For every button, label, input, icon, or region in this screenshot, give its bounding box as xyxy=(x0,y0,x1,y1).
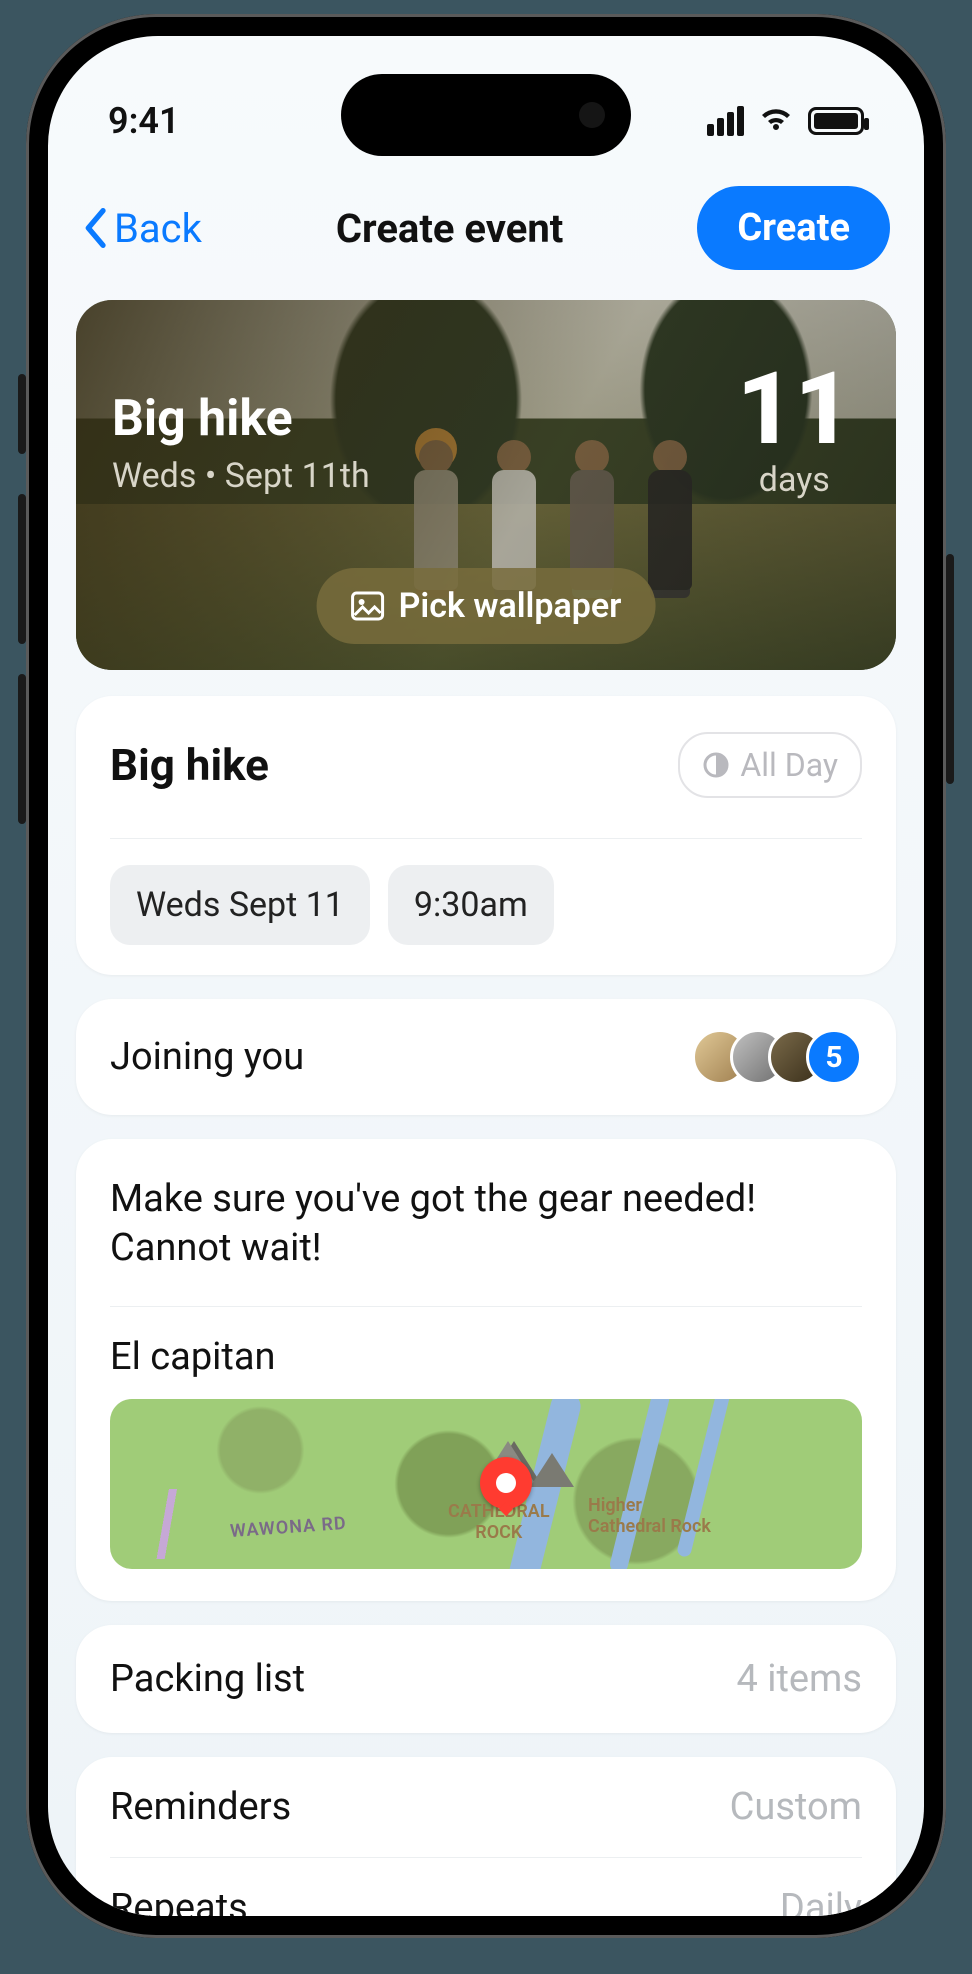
chevron-left-icon xyxy=(82,208,108,248)
map-mountain-icon xyxy=(530,1453,574,1487)
title-date-card: Big hike All Day Weds Sept 11 9:30am xyxy=(76,696,896,975)
repeats-label: Repeats xyxy=(110,1886,248,1916)
wifi-icon xyxy=(758,100,794,142)
volume-down-button xyxy=(18,674,26,824)
status-time: 9:41 xyxy=(108,100,180,142)
countdown-number: 11 xyxy=(737,360,852,460)
back-label: Back xyxy=(114,205,202,252)
repeats-value: Daily xyxy=(780,1886,862,1916)
image-icon xyxy=(351,591,385,621)
location-map[interactable]: WAWONA RD CATHEDRALROCK HigherCathedral … xyxy=(110,1399,862,1569)
dynamic-island xyxy=(341,74,631,156)
divider xyxy=(110,1306,862,1307)
hero-title: Big hike xyxy=(112,390,370,448)
power-button xyxy=(946,554,954,784)
side-button xyxy=(18,374,26,454)
notes-input[interactable]: Make sure you've got the gear needed! Ca… xyxy=(110,1175,862,1274)
packing-list-label: Packing list xyxy=(110,1657,305,1701)
avatar-more-count: 5 xyxy=(806,1029,862,1085)
back-button[interactable]: Back xyxy=(82,205,202,252)
map-pin-icon xyxy=(480,1457,532,1509)
half-circle-icon xyxy=(702,751,730,779)
packing-list-count: 4 items xyxy=(736,1657,862,1701)
repeats-row[interactable]: Repeats Daily xyxy=(76,1858,896,1916)
nav-bar: Back Create event Create xyxy=(48,166,924,300)
packing-list-card[interactable]: Packing list 4 items xyxy=(76,1625,896,1733)
hero-subtitle: Weds • Sept 11th xyxy=(112,456,370,496)
time-chip[interactable]: 9:30am xyxy=(388,865,554,945)
location-input[interactable]: El capitan xyxy=(110,1335,862,1379)
date-chip[interactable]: Weds Sept 11 xyxy=(110,865,370,945)
event-hero-card: Big hike Weds • Sept 11th 11 days Pick w… xyxy=(76,300,896,670)
countdown: 11 days xyxy=(737,360,852,500)
nav-title: Create event xyxy=(336,205,563,252)
divider xyxy=(110,838,862,839)
volume-up-button xyxy=(18,494,26,644)
battery-icon xyxy=(808,107,864,135)
reminders-label: Reminders xyxy=(110,1785,291,1829)
all-day-label: All Day xyxy=(740,746,838,784)
status-icons xyxy=(707,100,864,142)
phone-frame: 9:41 Back Create event Create xyxy=(26,14,946,1938)
reminders-row[interactable]: Reminders Custom xyxy=(76,1757,896,1857)
create-button[interactable]: Create xyxy=(697,186,890,270)
notes-location-card: Make sure you've got the gear needed! Ca… xyxy=(76,1139,896,1601)
scroll-content[interactable]: Big hike Weds • Sept 11th 11 days Pick w… xyxy=(48,300,924,1916)
map-poi-label: HigherCathedral Rock xyxy=(588,1495,711,1537)
joining-label: Joining you xyxy=(110,1035,304,1079)
reminders-value: Custom xyxy=(730,1785,862,1829)
screen: 9:41 Back Create event Create xyxy=(48,36,924,1916)
pick-wallpaper-button[interactable]: Pick wallpaper xyxy=(317,568,656,644)
pick-wallpaper-label: Pick wallpaper xyxy=(399,586,622,626)
attendee-avatars: 5 xyxy=(692,1029,862,1085)
all-day-toggle[interactable]: All Day xyxy=(678,732,862,798)
cellular-icon xyxy=(707,106,744,136)
settings-card: Reminders Custom Repeats Daily xyxy=(76,1757,896,1916)
joining-card[interactable]: Joining you 5 xyxy=(76,999,896,1115)
event-title-input[interactable]: Big hike xyxy=(110,739,269,791)
